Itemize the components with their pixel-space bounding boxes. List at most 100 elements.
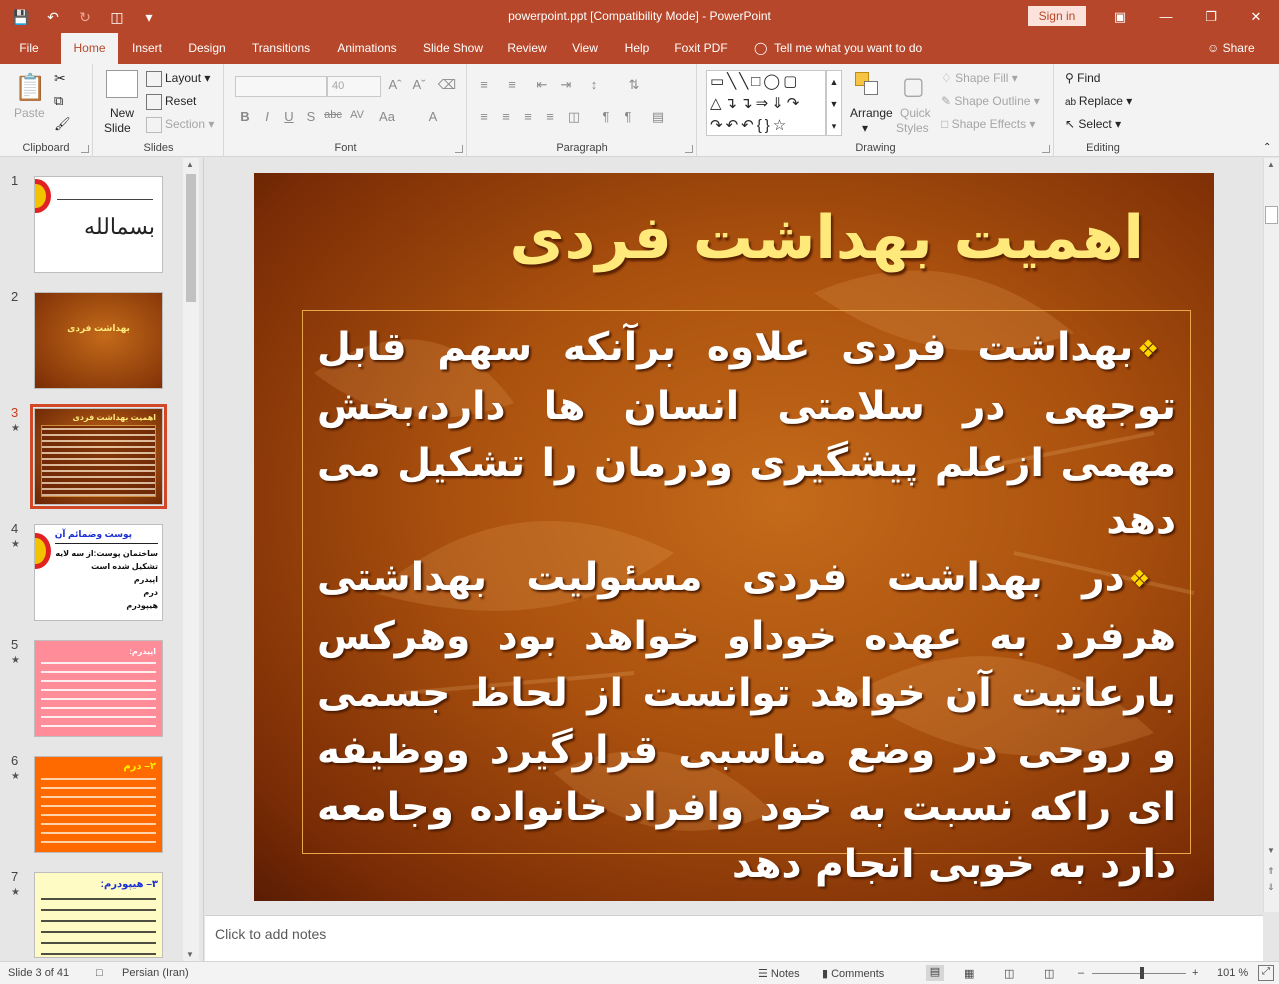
align-center-icon[interactable]: ≡ xyxy=(496,109,516,124)
shadow-icon[interactable]: S xyxy=(301,109,321,124)
thumbnails-scroll-thumb[interactable] xyxy=(186,174,196,302)
comments-toggle[interactable]: ▮ Comments xyxy=(822,967,884,980)
change-case-icon[interactable]: Aa xyxy=(377,109,397,124)
restore-icon[interactable]: ❐ xyxy=(1188,0,1234,33)
slide-thumbnail-1[interactable]: بسمالله xyxy=(34,176,163,273)
new-slide-button[interactable]: New xyxy=(110,106,134,120)
arrange-dropdown-icon[interactable]: ▾ xyxy=(862,121,868,135)
slide-title[interactable]: اهمیت بهداشت فردی xyxy=(254,203,1144,273)
reading-view-icon[interactable]: ◫ xyxy=(1004,967,1014,980)
spell-check-icon[interactable]: □ xyxy=(96,967,103,979)
align-left-icon[interactable]: ≡ xyxy=(474,109,494,124)
shape-fill-button[interactable]: ♢ Shape Fill ▾ xyxy=(941,71,1018,85)
slide-paragraph-2[interactable]: ❖در بهداشت فردی مسئولیت بهداشتی هرفرد به… xyxy=(317,549,1176,893)
select-button[interactable]: ↖ Select ▾ xyxy=(1065,117,1121,131)
quick-styles-button-line2[interactable]: Styles xyxy=(896,121,929,135)
scroll-up-icon[interactable]: ▲ xyxy=(186,160,194,169)
section-button[interactable]: Section ▾ xyxy=(146,117,214,133)
slide-thumbnail-7[interactable]: ۳– هیپودرم: xyxy=(34,872,163,958)
next-slide-icon[interactable]: ⇓ xyxy=(1267,882,1275,893)
thumbnails-scrollbar[interactable]: ▲ ▼ xyxy=(183,158,199,961)
slide-thumbnail-5[interactable]: اپیدرم: xyxy=(34,640,163,737)
tab-transitions[interactable]: Transitions xyxy=(245,33,317,64)
find-button[interactable]: ⚲ Find xyxy=(1065,71,1100,85)
copy-icon[interactable]: ⧉ xyxy=(54,93,63,109)
slide-thumbnail-2[interactable]: بهداشت فردی xyxy=(34,292,163,389)
zoom-out-icon[interactable]: – xyxy=(1078,967,1084,979)
notes-pane[interactable]: Click to add notes xyxy=(205,915,1263,961)
paragraph-launcher-icon[interactable] xyxy=(685,145,693,153)
bullets-icon[interactable]: ≡ xyxy=(474,77,494,92)
tab-foxit-pdf[interactable]: Foxit PDF xyxy=(669,33,733,64)
previous-slide-icon[interactable]: ⇑ xyxy=(1267,866,1275,877)
tab-file[interactable]: File xyxy=(8,33,50,64)
decrease-indent-icon[interactable]: ⇤ xyxy=(532,77,552,93)
collapse-ribbon-icon[interactable]: ⌃ xyxy=(1263,142,1271,153)
shape-effects-button[interactable]: □ Shape Effects ▾ xyxy=(941,117,1035,131)
slide-paragraph-1[interactable]: ❖بهداشت فردی علاوه برآنکه سهم قابل توجهی… xyxy=(317,319,1176,549)
numbering-icon[interactable]: ≡ xyxy=(502,77,522,92)
reset-button[interactable]: Reset xyxy=(146,94,196,110)
tab-view[interactable]: View xyxy=(565,33,605,64)
tab-review[interactable]: Review xyxy=(501,33,553,64)
paste-icon[interactable]: 📋 xyxy=(14,72,46,103)
columns-icon[interactable]: ◫ xyxy=(564,109,584,125)
line-spacing-icon[interactable]: ↕ xyxy=(584,77,604,92)
new-slide-button-line2[interactable]: Slide xyxy=(104,121,131,135)
slide-thumbnail-3[interactable]: اهمیت بهداشت فردی xyxy=(30,404,167,509)
tab-slide-show[interactable]: Slide Show xyxy=(417,33,489,64)
font-name-combo[interactable] xyxy=(235,76,327,97)
notes-placeholder[interactable]: Click to add notes xyxy=(215,926,326,942)
increase-indent-icon[interactable]: ⇥ xyxy=(556,77,576,93)
smartart-icon[interactable]: ▤ xyxy=(648,109,668,125)
arrange-button[interactable]: Arrange xyxy=(850,106,893,120)
ribbon-display-options-icon[interactable]: ▣ xyxy=(1097,0,1143,33)
scroll-up-icon[interactable]: ▲ xyxy=(1267,160,1275,169)
underline-icon[interactable]: U xyxy=(279,109,299,124)
current-slide[interactable]: اهمیت بهداشت فردی ❖بهداشت فردی علاوه برآ… xyxy=(254,173,1214,901)
increase-font-icon[interactable]: Aˆ xyxy=(385,77,405,92)
start-from-beginning-icon[interactable]: ◫ xyxy=(104,6,130,28)
scroll-down-icon[interactable]: ▼ xyxy=(186,950,194,959)
minimize-icon[interactable]: — xyxy=(1143,0,1189,33)
character-spacing-icon[interactable]: AV xyxy=(347,109,367,121)
slide-show-view-icon[interactable]: ◫ xyxy=(1044,967,1054,980)
zoom-slider-thumb[interactable] xyxy=(1140,967,1144,979)
format-painter-icon[interactable]: 🖌 xyxy=(54,116,71,132)
font-launcher-icon[interactable] xyxy=(455,145,463,153)
slide-scrollbar[interactable]: ▲ ▼ ⇑ ⇓ xyxy=(1263,158,1279,912)
drawing-launcher-icon[interactable] xyxy=(1042,145,1050,153)
close-icon[interactable]: ✕ xyxy=(1233,0,1279,33)
bold-icon[interactable]: B xyxy=(235,109,255,124)
fit-to-window-icon[interactable]: ⤢ xyxy=(1258,965,1274,981)
font-color-icon[interactable]: A xyxy=(423,109,443,124)
layout-button[interactable]: Layout ▾ xyxy=(146,71,210,87)
tab-design[interactable]: Design xyxy=(181,33,233,64)
customize-toolbar-icon[interactable]: ▾ xyxy=(136,6,162,28)
slide-sorter-view-icon[interactable]: ▦ xyxy=(964,967,974,980)
zoom-level[interactable]: 101 % xyxy=(1217,967,1248,979)
scroll-down-icon[interactable]: ▼ xyxy=(1267,846,1275,855)
save-icon[interactable]: 💾 xyxy=(8,6,34,28)
share-button[interactable]: ☺ Share xyxy=(1207,33,1255,64)
content-placeholder[interactable]: ❖بهداشت فردی علاوه برآنکه سهم قابل توجهی… xyxy=(302,310,1191,887)
zoom-in-icon[interactable]: + xyxy=(1192,967,1198,979)
new-slide-icon[interactable] xyxy=(106,70,138,98)
font-size-combo[interactable]: 40 xyxy=(327,76,381,97)
arrange-icon[interactable] xyxy=(855,72,881,96)
redo-icon[interactable]: ↻ xyxy=(72,6,98,28)
zoom-slider[interactable] xyxy=(1092,973,1186,974)
decrease-font-icon[interactable]: Aˇ xyxy=(409,77,429,92)
text-direction-icon[interactable]: ⇅ xyxy=(624,77,644,93)
rtl-icon[interactable]: ¶ xyxy=(618,109,638,124)
shape-outline-button[interactable]: ✎ Shape Outline ▾ xyxy=(941,94,1040,108)
tab-help[interactable]: Help xyxy=(617,33,657,64)
paste-button[interactable]: Paste xyxy=(14,106,45,120)
slide-thumbnail-6[interactable]: ۲– درم xyxy=(34,756,163,853)
cut-icon[interactable]: ✂ xyxy=(54,70,66,87)
strikethrough-icon[interactable]: abc xyxy=(323,109,343,121)
shapes-scroll[interactable]: ▲ ▼ ▾ xyxy=(826,70,842,136)
align-right-icon[interactable]: ≡ xyxy=(518,109,538,124)
ltr-icon[interactable]: ¶ xyxy=(596,109,616,124)
language-indicator[interactable]: Persian (Iran) xyxy=(122,967,189,979)
